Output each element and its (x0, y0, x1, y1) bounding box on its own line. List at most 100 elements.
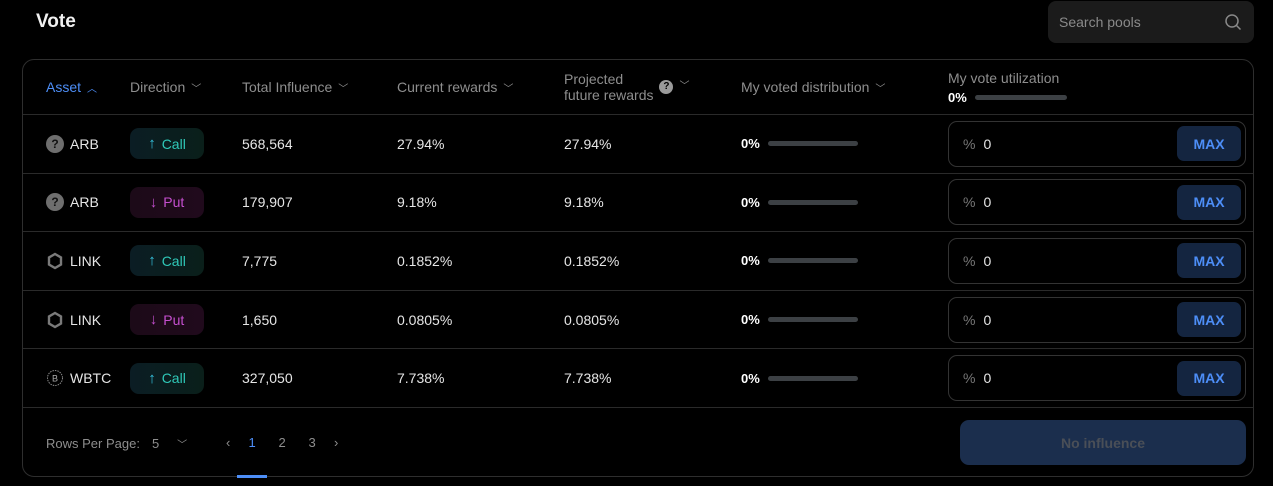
current-rewards: 0.1852% (397, 252, 453, 269)
direction-label: Put (163, 194, 185, 211)
vote-input-box: % MAX (948, 355, 1246, 402)
col-my-voted-distribution[interactable]: My voted distribution ﹀ (741, 60, 885, 114)
question-icon: ? (46, 193, 64, 212)
chainlink-icon (47, 252, 63, 270)
next-page-button[interactable]: › (327, 408, 345, 478)
prev-page-button[interactable]: ‹ (219, 408, 237, 478)
max-button[interactable]: MAX (1177, 302, 1241, 338)
vote-cell: % MAX (948, 232, 1246, 290)
vote-cell: % MAX (948, 115, 1246, 173)
search-box[interactable] (1048, 1, 1254, 43)
voted-distribution: 0% (741, 232, 858, 290)
asset-name: LINK (70, 252, 102, 269)
col-label-line: future rewards (564, 87, 654, 103)
col-total-influence[interactable]: Total Influence ﹀ (242, 60, 348, 114)
total-influence: 327,050 (242, 370, 293, 387)
direction-cell: ↑ Call (130, 232, 204, 290)
current-rewards: 9.18% (397, 194, 437, 211)
distribution-value: 0% (741, 194, 760, 210)
arrow-down-icon: ↓ (149, 311, 158, 329)
arrow-up-icon: ↑ (148, 135, 156, 153)
vote-cell: % MAX (948, 291, 1246, 349)
col-label: My vote utilization (948, 69, 1060, 86)
page-3[interactable]: 3 (297, 408, 327, 478)
vote-percent-input[interactable] (983, 135, 1177, 152)
table-row: B WBTC ↑ Call 327,050 7.738% 7.738% 0% % MA… (23, 349, 1253, 408)
total-influence: 1,650 (242, 311, 278, 328)
direction-cell: ↑ Call (130, 349, 204, 407)
chevron-down-icon: ﹀ (875, 83, 886, 95)
asset-name: LINK (70, 311, 102, 328)
vote-percent-input[interactable] (983, 311, 1177, 328)
col-projected-rewards[interactable]: Projected future rewards? ﹀ (564, 60, 689, 114)
submit-vote-button[interactable]: No influence (960, 420, 1246, 465)
vote-input-box: % MAX (948, 120, 1246, 167)
col-current-rewards[interactable]: Current rewards ﹀ (397, 60, 513, 114)
max-button[interactable]: MAX (1177, 360, 1241, 396)
percent-icon: % (963, 370, 976, 387)
vote-percent-input[interactable] (983, 370, 1177, 387)
total-influence: 7,775 (242, 252, 278, 269)
chevron-down-icon: ﹀ (191, 83, 202, 95)
asset-cell: B WBTC (46, 349, 111, 407)
asset-cell: LINK (46, 232, 101, 290)
voted-distribution: 0% (741, 291, 858, 349)
help-icon[interactable]: ? (659, 80, 674, 94)
question-icon: ? (46, 134, 64, 153)
table-row: LINK ↓ Put 1,650 0.0805% 0.0805% 0% % MAX (23, 291, 1253, 350)
vote-percent-input[interactable] (983, 194, 1177, 211)
projected-rewards: 7.738% (564, 370, 612, 387)
direction-badge: ↓ Put (130, 186, 204, 218)
asset-name: ARB (70, 135, 99, 152)
total-influence: 568,564 (242, 135, 293, 152)
direction-badge: ↓ Put (130, 304, 204, 336)
direction-badge: ↑ Call (130, 245, 204, 277)
col-my-vote-utilization: My vote utilization 0% (948, 60, 1067, 114)
current-rewards: 0.0805% (397, 311, 453, 328)
distribution-value: 0% (741, 253, 760, 269)
max-button[interactable]: MAX (1177, 184, 1241, 220)
distribution-bar (767, 317, 858, 323)
arrow-up-icon: ↑ (148, 369, 156, 387)
bitcoin-icon: B (47, 370, 63, 387)
chainlink-icon (47, 311, 63, 328)
max-button[interactable]: MAX (1177, 243, 1241, 279)
direction-label: Call (161, 135, 186, 152)
rows-per-page-value: 5 (151, 435, 160, 451)
direction-label: Call (161, 370, 186, 387)
distribution-bar (767, 141, 858, 147)
table-header: Asset ︿ Direction ﹀ Total Influence ﹀ Curre… (23, 60, 1253, 115)
projected-rewards: 9.18% (564, 194, 604, 211)
asset-name: WBTC (70, 370, 112, 387)
distribution-value: 0% (741, 136, 760, 152)
page-2[interactable]: 2 (267, 408, 297, 478)
vote-cell: % MAX (948, 349, 1246, 407)
direction-label: Call (161, 252, 186, 269)
table-row: ? ARB ↑ Call 568,564 27.94% 27.94% 0% % MAX (23, 115, 1253, 174)
asset-cell: LINK (46, 291, 101, 349)
rows-per-page-select[interactable]: 5 ﹀ (152, 436, 199, 451)
projected-rewards: 0.1852% (564, 252, 620, 269)
asset-cell: ? ARB (46, 115, 99, 173)
page-1[interactable]: 1 (237, 408, 268, 478)
arrow-up-icon: ↑ (148, 252, 156, 270)
current-rewards: 7.738% (397, 370, 445, 387)
distribution-bar (767, 199, 858, 205)
col-label: My voted distribution (741, 79, 870, 95)
vote-percent-input[interactable] (983, 252, 1177, 269)
direction-cell: ↓ Put (130, 291, 204, 349)
percent-icon: % (963, 135, 976, 152)
svg-text:B: B (52, 374, 58, 384)
max-button[interactable]: MAX (1177, 126, 1241, 162)
search-input[interactable] (1059, 14, 1209, 30)
pools-table: Asset ︿ Direction ﹀ Total Influence ﹀ Curre… (22, 59, 1254, 478)
distribution-value: 0% (741, 312, 760, 328)
vote-input-box: % MAX (948, 237, 1246, 284)
col-asset[interactable]: Asset ︿ (46, 60, 97, 114)
rows-per-page-label: Rows Per Page: (46, 435, 140, 451)
asset-name: ARB (70, 194, 99, 211)
vote-cell: % MAX (948, 174, 1246, 232)
col-label: Asset (46, 79, 82, 95)
search-icon[interactable] (1224, 13, 1242, 31)
col-direction[interactable]: Direction ﹀ (130, 60, 201, 114)
